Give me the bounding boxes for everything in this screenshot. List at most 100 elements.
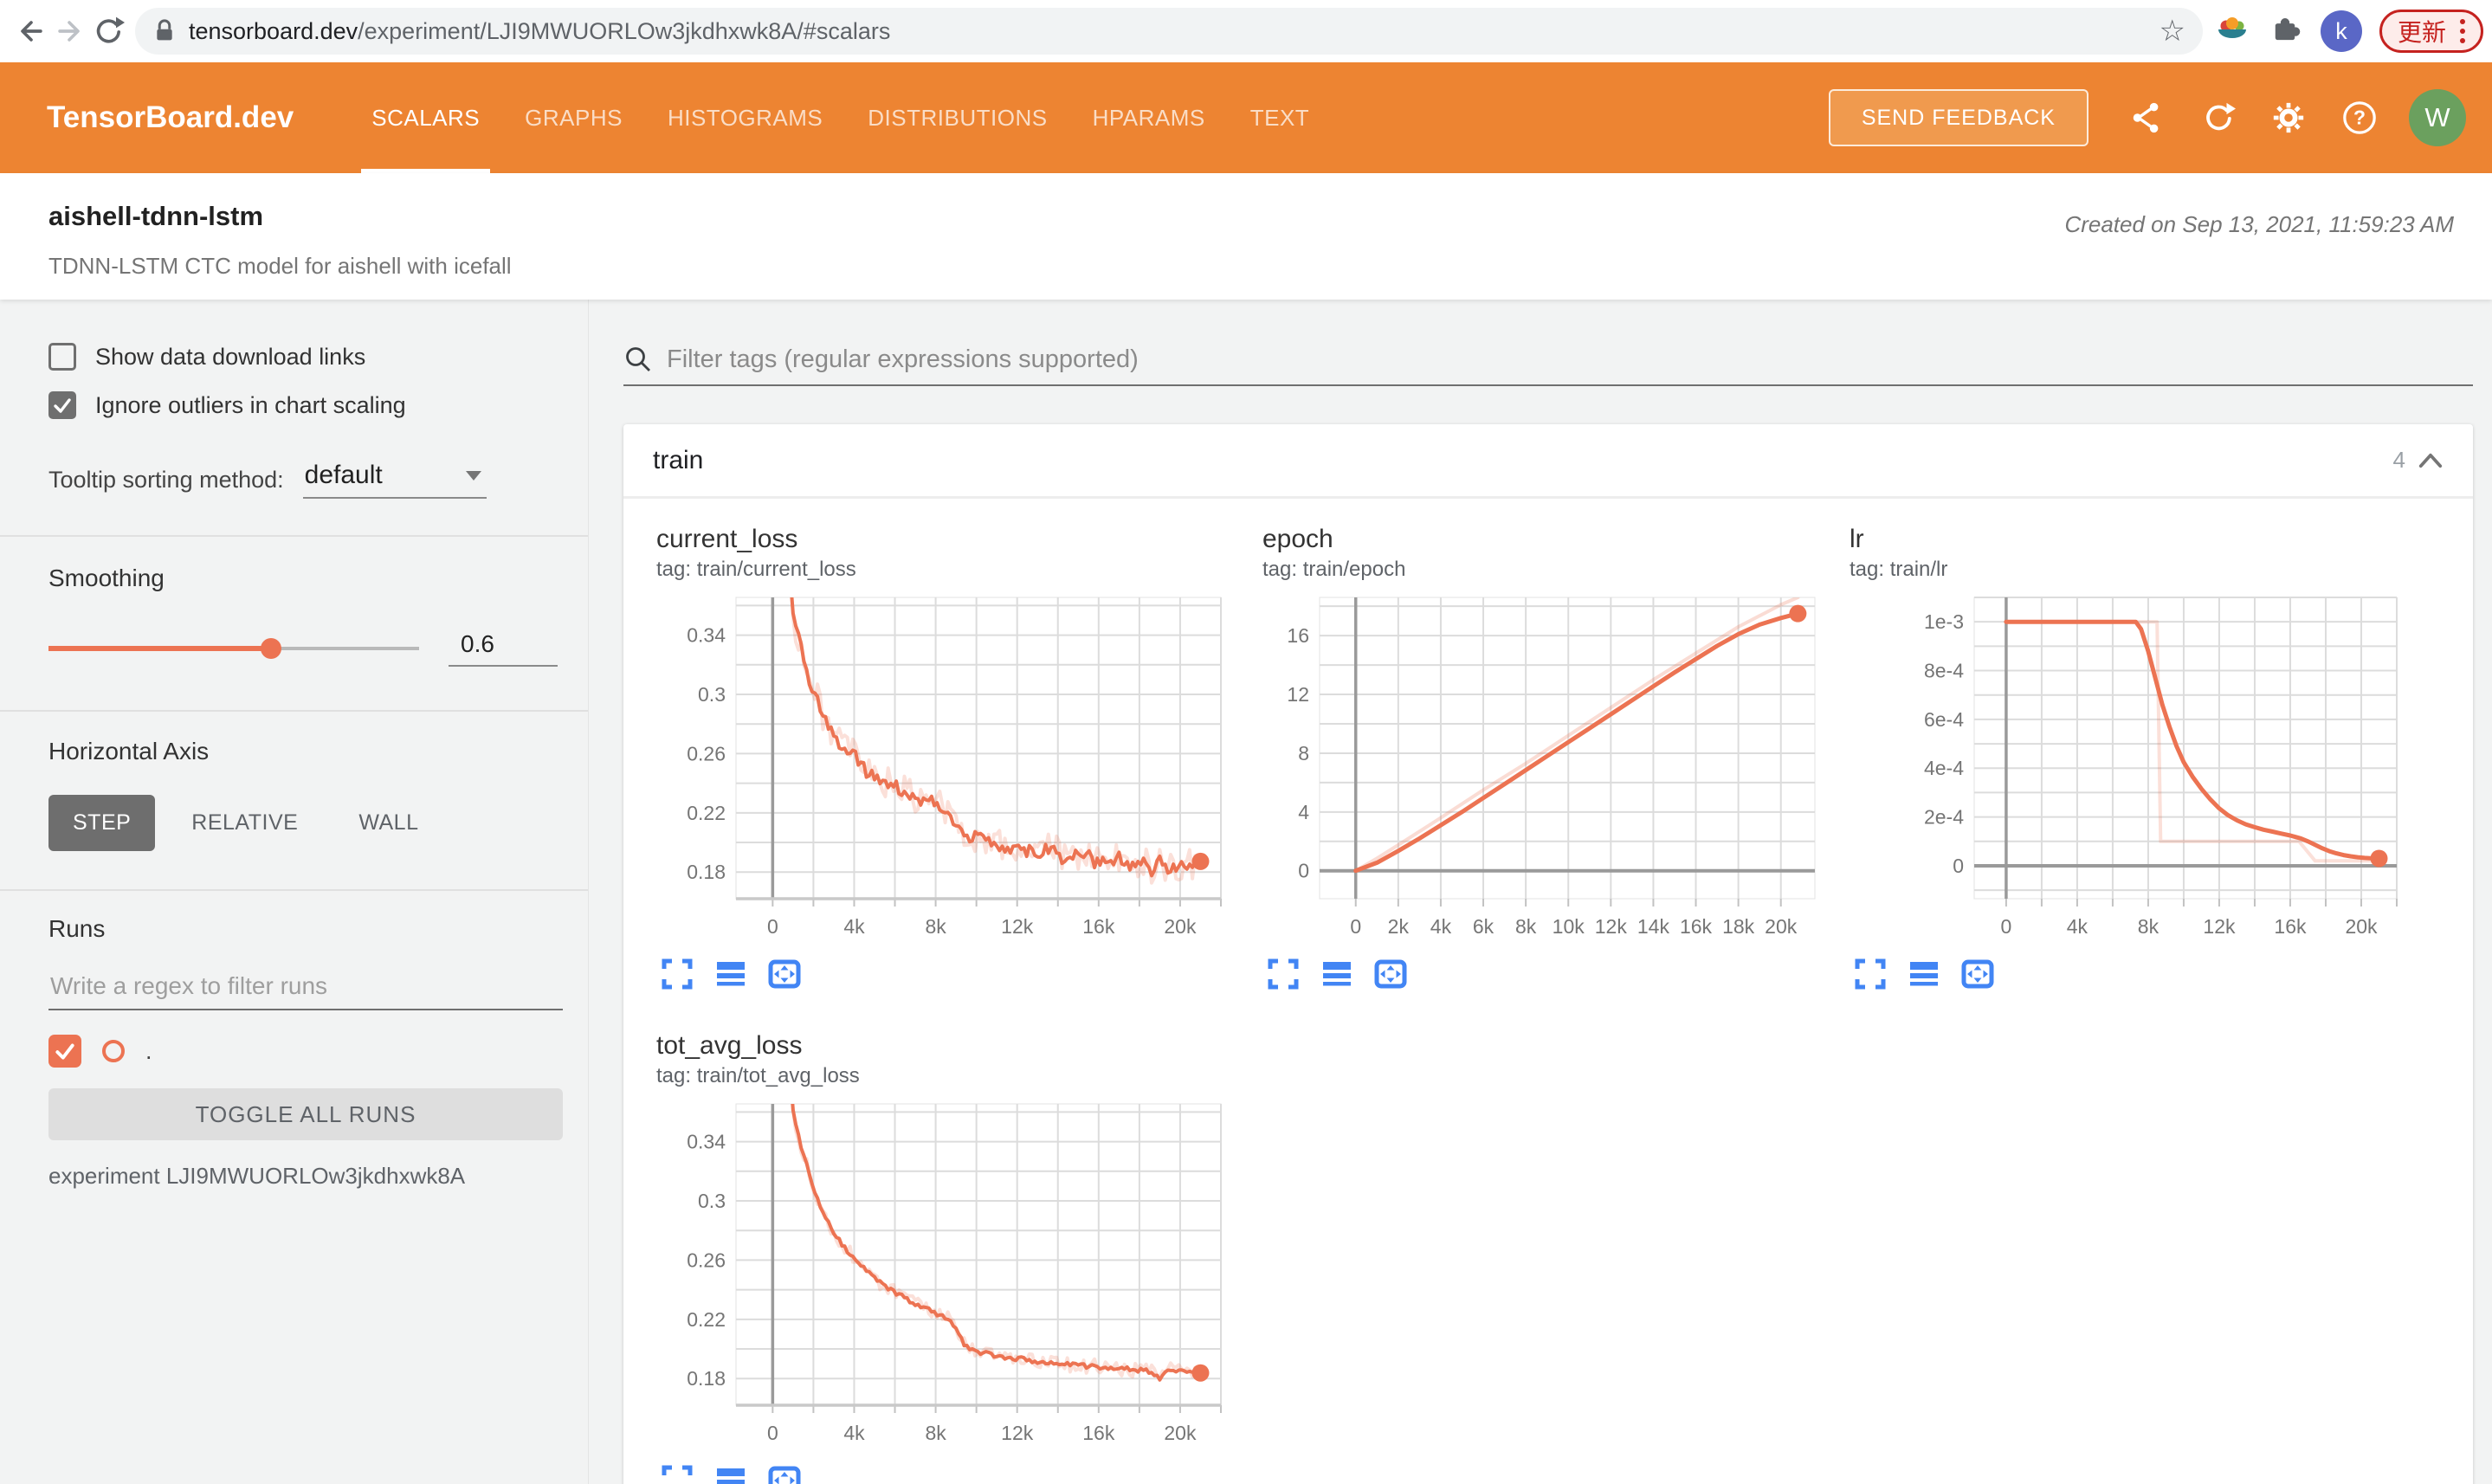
chart-title: lr [1850, 525, 1864, 553]
svg-text:0.26: 0.26 [687, 1248, 726, 1271]
chart-tag: tag: train/tot_avg_loss [656, 1064, 860, 1087]
chart-plot-current_loss[interactable]: 0 4k 8k 12k 16k 20k 0.34 0.3 0.26 0.22 0.18 [653, 590, 1231, 944]
ignore-outliers-checkbox[interactable]: Ignore outliers in chart scaling [48, 391, 562, 419]
tooltip-sorting-value: default [304, 461, 383, 489]
smoothing-label: Smoothing [48, 565, 165, 591]
fullscreen-icon[interactable] [658, 1461, 696, 1484]
svg-text:20k: 20k [1164, 915, 1197, 938]
horizontal-axis-label: Horizontal Axis [48, 738, 210, 765]
show-download-links-checkbox[interactable]: Show data download links [48, 343, 562, 371]
svg-text:12: 12 [1287, 683, 1309, 706]
browser-menu-icon[interactable] [2460, 19, 2465, 43]
haxis-option-relative[interactable]: RELATIVE [167, 795, 322, 851]
chart-epoch: epoch tag: train/epoch 0 2k 4k 6k 8k 10k 12k 14k 1… [1259, 525, 1846, 993]
toggle-all-runs-button[interactable]: TOGGLE ALL RUNS [48, 1088, 563, 1140]
refresh-icon[interactable] [2199, 100, 2236, 136]
back-icon[interactable] [12, 12, 50, 50]
svg-text:18k: 18k [1722, 915, 1755, 938]
fit-data-icon[interactable] [712, 1461, 750, 1484]
help-icon[interactable]: ? [2341, 100, 2378, 136]
haxis-option-step[interactable]: STEP [48, 795, 156, 851]
chart-lr: lr tag: train/lr 0 4k 8k 12k 16k 20k 1e-3 8e-4 6e-… [1846, 525, 2444, 993]
svg-text:14k: 14k [1637, 915, 1670, 938]
smoothing-value-field[interactable]: 0.6 [449, 630, 558, 667]
svg-text:16k: 16k [1082, 915, 1115, 938]
svg-text:12k: 12k [2203, 915, 2236, 938]
runs-filter-input[interactable] [48, 967, 563, 1010]
svg-text:6e-4: 6e-4 [1924, 708, 1964, 731]
svg-text:0.34: 0.34 [687, 1131, 726, 1153]
chart-actions [653, 955, 1259, 993]
tab-distributions[interactable]: DISTRIBUTIONS [845, 62, 1069, 173]
app-logo: TensorBoard.dev [47, 100, 294, 134]
haxis-option-wall[interactable]: WALL [334, 795, 442, 851]
extension-fruit-icon[interactable] [2215, 12, 2250, 51]
fit-data-icon[interactable] [1905, 955, 1943, 993]
forward-icon[interactable] [50, 12, 88, 50]
svg-text:0: 0 [767, 915, 778, 938]
tab-scalars[interactable]: SCALARS [349, 62, 502, 173]
slider-knob[interactable] [260, 638, 281, 659]
run-name: . [145, 1037, 152, 1064]
tab-text[interactable]: TEXT [1228, 62, 1332, 173]
share-icon[interactable] [2128, 100, 2165, 136]
svg-text:4k: 4k [1430, 915, 1452, 938]
pan-zoom-icon[interactable] [1959, 955, 1997, 993]
send-feedback-button[interactable]: SEND FEEDBACK [1828, 89, 2089, 146]
svg-text:8: 8 [1298, 742, 1309, 765]
charts-grid: current_loss tag: train/current_loss 0 4k 8k… [653, 525, 2444, 1484]
tab-histograms[interactable]: HISTOGRAMS [645, 62, 845, 173]
user-avatar[interactable]: W [2409, 89, 2466, 146]
bookmark-star-icon[interactable]: ☆ [2160, 16, 2185, 46]
chart-tot_avg_loss: tot_avg_loss tag: train/tot_avg_loss 0 4k 8k… [653, 1031, 1259, 1484]
browser-update-button[interactable]: 更新 [2379, 10, 2483, 53]
tab-hparams[interactable]: HPARAMS [1070, 62, 1228, 173]
settings-sidebar: Show data download links Ignore outliers… [0, 300, 589, 1484]
fit-data-icon[interactable] [1318, 955, 1356, 993]
svg-text:8e-4: 8e-4 [1924, 660, 1964, 682]
chart-actions [653, 1461, 1259, 1484]
chart-title: epoch [1262, 525, 1333, 553]
browser-toolbar: tensorboard.dev/experiment/LJI9MWUORLOw3… [0, 0, 2492, 62]
tab-graphs[interactable]: GRAPHS [502, 62, 645, 173]
chart-plot-tot_avg_loss[interactable]: 0 4k 8k 12k 16k 20k 0.34 0.3 0.26 0.22 0.18 [653, 1097, 1231, 1450]
fit-data-icon[interactable] [712, 955, 750, 993]
reload-icon[interactable] [88, 12, 126, 50]
update-label: 更新 [2397, 19, 2446, 46]
chart-plot-lr[interactable]: 0 4k 8k 12k 16k 20k 1e-3 8e-4 6e-4 4e-4 2e-4 0 [1846, 590, 2407, 944]
svg-text:0.18: 0.18 [687, 861, 726, 883]
filter-tags-input[interactable] [667, 345, 2473, 374]
settings-gear-icon[interactable] [2270, 100, 2307, 136]
svg-text:4e-4: 4e-4 [1924, 757, 1964, 779]
run-color-indicator [102, 1040, 125, 1062]
pan-zoom-icon[interactable] [765, 1461, 804, 1484]
pan-zoom-icon[interactable] [1372, 955, 1410, 993]
fullscreen-icon[interactable] [1264, 955, 1302, 993]
browser-profile-avatar[interactable]: k [2320, 10, 2362, 52]
checkbox-unchecked-icon [48, 343, 76, 371]
run-checkbox[interactable] [48, 1035, 81, 1068]
svg-text:0: 0 [1953, 855, 1964, 877]
svg-text:12k: 12k [1595, 915, 1628, 938]
svg-text:16k: 16k [1082, 1422, 1115, 1444]
chart-current_loss: current_loss tag: train/current_loss 0 4k 8k… [653, 525, 1259, 993]
chart-tag: tag: train/current_loss [656, 558, 856, 581]
svg-text:0: 0 [2001, 915, 2012, 938]
url-bar[interactable]: tensorboard.dev/experiment/LJI9MWUORLOw3… [135, 8, 2203, 55]
train-section-card: train 4 current_loss tag: train/current_l… [623, 424, 2473, 1484]
smoothing-slider[interactable] [48, 638, 419, 659]
fullscreen-icon[interactable] [658, 955, 696, 993]
chevron-up-icon[interactable] [2418, 450, 2444, 471]
fullscreen-icon[interactable] [1851, 955, 1889, 993]
pan-zoom-icon[interactable] [765, 955, 804, 993]
chart-plot-epoch[interactable]: 0 2k 4k 6k 8k 10k 12k 14k 16k 18k 20k 16 12 8 4 0 [1259, 590, 1825, 944]
checkbox-label: Show data download links [95, 343, 366, 370]
tooltip-sorting-select[interactable]: default [302, 461, 487, 499]
svg-text:8k: 8k [1515, 915, 1537, 938]
svg-text:0: 0 [1350, 915, 1361, 938]
svg-text:0.22: 0.22 [687, 1308, 726, 1331]
experiment-id-label: experiment LJI9MWUORLOw3jkdhxwk8A [48, 1163, 466, 1189]
train-section-header[interactable]: train 4 [623, 424, 2473, 499]
extensions-puzzle-icon[interactable] [2269, 13, 2302, 50]
section-chart-count: 4 [2392, 447, 2405, 473]
